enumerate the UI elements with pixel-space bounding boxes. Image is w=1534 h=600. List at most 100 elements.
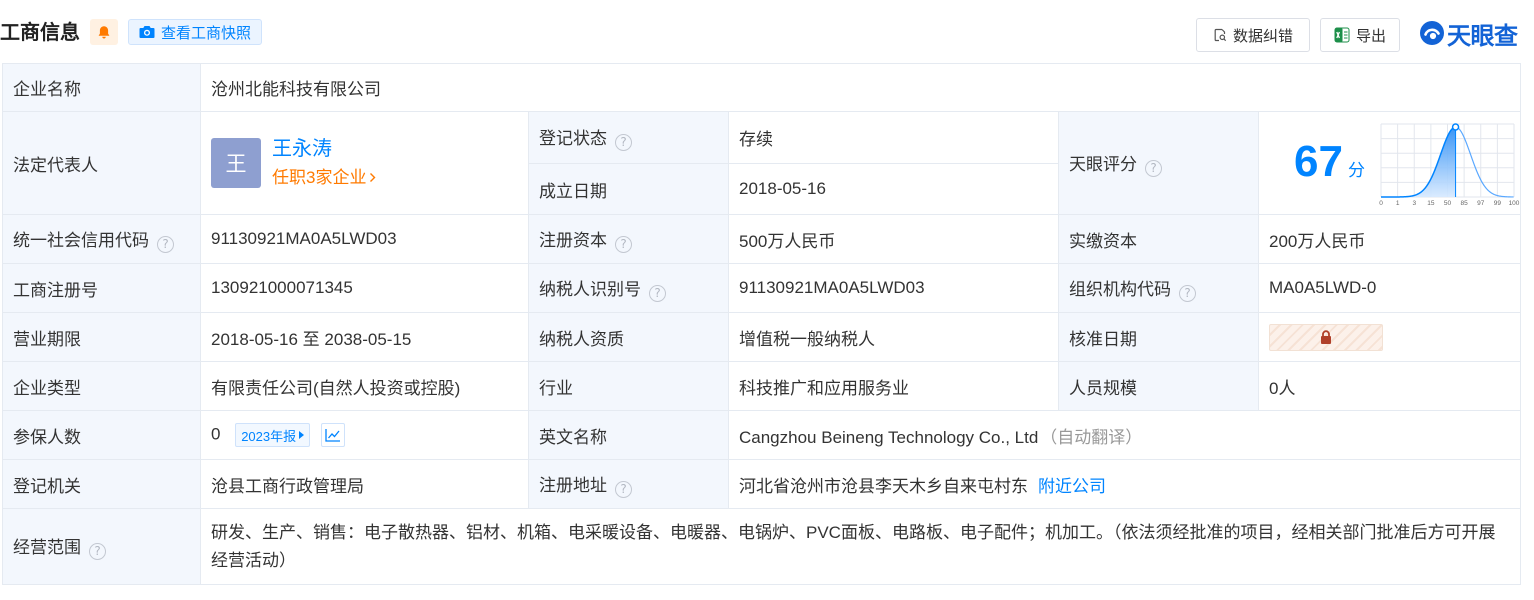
org-code-label: 组织机构代码: [1069, 279, 1171, 299]
chart-tick-label: 15: [1427, 200, 1435, 207]
help-icon[interactable]: [615, 480, 632, 498]
reg-address-label-cell: 注册地址: [528, 459, 729, 509]
help-icon[interactable]: [1179, 284, 1196, 302]
legal-rep-text: 王永涛 任职3家企业: [272, 136, 376, 191]
score-cell[interactable]: 67 分 0 1 3 15 50 85 97 99 100: [1257, 111, 1522, 215]
view-snapshot-button[interactable]: 查看工商快照: [128, 19, 262, 45]
reg-status-label: 登记状态: [539, 129, 607, 148]
row-company-name: 企业名称 沧州北能科技有限公司: [2, 63, 1522, 112]
founded-label: 成立日期: [528, 163, 729, 215]
reg-authority-label: 登记机关: [2, 459, 201, 509]
logo-text: 天眼查: [1447, 22, 1518, 50]
help-icon[interactable]: [1145, 159, 1162, 177]
row-reg-authority: 登记机关 沧县工商行政管理局 注册地址 河北省沧州市沧县李天木乡自来屯村东附近公…: [2, 459, 1522, 509]
chart-score-marker: [1451, 122, 1460, 131]
legal-rep-positions-link[interactable]: 任职3家企业: [272, 165, 376, 191]
excel-icon: [1334, 27, 1350, 43]
taxpayer-id-label: 纳税人识别号: [539, 279, 641, 299]
insured-label: 参保人数: [2, 410, 201, 460]
section-title: 工商信息: [0, 22, 80, 44]
row-legal-rep: 法定代表人 王 王永涛 任职3家企业 登记状态? 存续 天眼评分? 67 分 0…: [2, 111, 1522, 215]
document-search-icon: [1214, 28, 1227, 42]
company-type-label: 企业类型: [2, 361, 201, 411]
line-chart-icon: [325, 429, 340, 442]
score-number: 67 分: [1294, 136, 1365, 186]
row-company-type: 企业类型 有限责任公司(自然人投资或控股) 行业 科技推广和应用服务业 人员规模…: [2, 361, 1522, 411]
score-distribution-chart: 0 1 3 15 50 85 97 99 100: [1379, 122, 1520, 207]
industry-value: 科技推广和应用服务业: [728, 361, 1059, 411]
scope-value: 研发、生产、销售：电子散热器、铝材、机箱、电采暖设备、电暖器、电锅炉、PVC面板…: [199, 508, 1522, 585]
score-panel: 67 分 0 1 3 15 50 85 97 99 100: [1269, 113, 1520, 214]
org-code-label-cell: 组织机构代码: [1058, 263, 1259, 313]
export-button[interactable]: 导出: [1320, 18, 1400, 52]
row-scope: 经营范围 研发、生产、销售：电子散热器、铝材、机箱、电采暖设备、电暖器、电锅炉、…: [2, 508, 1522, 585]
score-unit: 分: [1347, 160, 1365, 180]
company-name-value: 沧州北能科技有限公司: [199, 63, 1522, 112]
english-name-value: Cangzhou Beineng Technology Co., Ltd: [739, 427, 1039, 447]
camera-icon: [139, 26, 155, 38]
chart-tick-label: 1: [1396, 200, 1400, 207]
row-credit-code: 统一社会信用代码 91130921MA0A5LWD03 注册资本 500万人民币…: [2, 214, 1522, 264]
score-label: 天眼评分: [1069, 154, 1137, 174]
company-name-label: 企业名称: [2, 63, 201, 112]
org-code-value: MA0A5LWD-0: [1257, 263, 1522, 313]
taxpayer-type-label: 纳税人资质: [528, 312, 729, 362]
bell-icon: [98, 25, 110, 38]
business-info-table: 企业名称 沧州北能科技有限公司 法定代表人 王 王永涛 任职3家企业 登记状态?…: [2, 63, 1522, 585]
help-icon[interactable]: [89, 543, 106, 560]
export-label: 导出: [1355, 27, 1386, 45]
row-reg-number: 工商注册号 130921000071345 纳税人识别号 91130921MA0…: [2, 263, 1522, 313]
insured-trend-button[interactable]: [320, 423, 345, 447]
reg-status-value: 存续: [728, 111, 1059, 164]
score-label-cell: 天眼评分: [1058, 111, 1259, 215]
approval-date-label: 核准日期: [1058, 312, 1259, 362]
scope-label-cell: 经营范围: [2, 508, 201, 585]
chart-tick-label: 97: [1477, 200, 1485, 207]
company-type-value: 有限责任公司(自然人投资或控股): [200, 361, 529, 411]
approval-date-cell: [1257, 312, 1522, 362]
founded-value: 2018-05-16: [728, 163, 1059, 215]
credit-code-label-cell: 统一社会信用代码: [2, 214, 201, 264]
legal-rep-avatar[interactable]: 王: [211, 138, 261, 188]
legal-rep-label: 法定代表人: [2, 111, 201, 215]
legal-rep-name-link[interactable]: 王永涛: [272, 136, 376, 162]
reg-capital-label-cell: 注册资本: [528, 214, 729, 264]
reg-number-label: 工商注册号: [2, 263, 201, 313]
annual-report-button[interactable]: 2023年报: [235, 423, 311, 447]
insured-cell: 0 2023年报: [200, 410, 529, 460]
chevron-right-icon: [370, 173, 376, 182]
approval-date-locked[interactable]: [1269, 323, 1383, 351]
score-value: 67: [1294, 136, 1343, 186]
lock-icon: [1321, 330, 1331, 344]
scope-label: 经营范围: [13, 538, 81, 557]
annual-report-label: 2023年报: [241, 428, 297, 444]
credit-code-value: 91130921MA0A5LWD03: [200, 214, 529, 264]
legal-rep-block: 王 王永涛 任职3家企业: [211, 136, 518, 191]
auto-translate-note: （自动翻译）: [1040, 427, 1143, 447]
follow-bell-button[interactable]: [90, 19, 118, 45]
reg-authority-value: 沧县工商行政管理局: [200, 459, 529, 509]
paid-capital-label: 实缴资本: [1058, 214, 1259, 264]
nearby-companies-link[interactable]: 附近公司: [1038, 477, 1106, 496]
chart-score-area: [1381, 126, 1456, 197]
taxpayer-id-value: 91130921MA0A5LWD03: [728, 263, 1059, 313]
staff-size-value: 0人: [1257, 361, 1522, 411]
chart-tick-label: 0: [1379, 200, 1383, 207]
taxpayer-id-label-cell: 纳税人识别号: [528, 263, 729, 313]
help-icon[interactable]: [649, 284, 666, 302]
reg-address-label: 注册地址: [539, 475, 607, 495]
reg-capital-label: 注册资本: [539, 230, 607, 250]
reg-address-value: 河北省沧州市沧县李天木乡自来屯村东: [739, 476, 1028, 496]
help-icon[interactable]: [157, 235, 174, 253]
english-name-cell: Cangzhou Beineng Technology Co., Ltd （自动翻…: [727, 410, 1522, 460]
reg-status-label-cell: 登记状态: [528, 111, 729, 164]
help-icon[interactable]: [615, 235, 632, 253]
reg-number-value: 130921000071345: [200, 263, 529, 313]
legal-rep-cell: 王 王永涛 任职3家企业: [200, 111, 529, 215]
help-icon[interactable]: [615, 134, 632, 151]
paid-capital-value: 200万人民币: [1257, 214, 1522, 264]
data-correction-button[interactable]: 数据纠错: [1196, 18, 1310, 52]
chart-tick-label: 85: [1461, 200, 1469, 207]
tianyancha-logo[interactable]: 天眼查: [1419, 18, 1518, 50]
staff-size-label: 人员规模: [1058, 361, 1259, 411]
